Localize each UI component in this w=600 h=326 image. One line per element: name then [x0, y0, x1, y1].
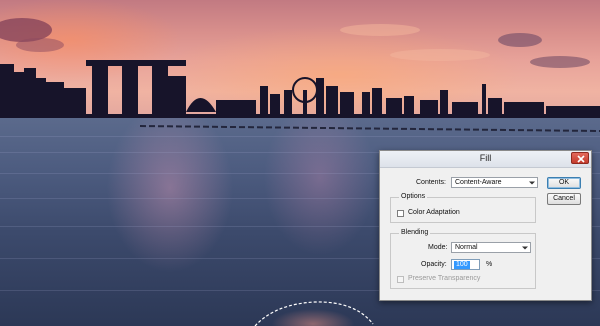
mode-label: Mode:	[428, 244, 448, 251]
contents-select-value: Content-Aware	[455, 179, 502, 186]
shore-lights	[140, 125, 600, 132]
preserve-transparency-label: Preserve Transparency	[408, 275, 481, 282]
opacity-label: Opacity:	[421, 261, 447, 268]
opacity-unit: %	[486, 261, 493, 268]
city-skyline	[0, 60, 600, 122]
dialog-titlebar[interactable]: Fill	[380, 151, 591, 168]
ok-button[interactable]: OK	[547, 177, 581, 189]
blending-group-title: Blending	[399, 229, 431, 236]
dialog-title: Fill	[479, 153, 492, 163]
mode-select[interactable]: Normal	[451, 242, 531, 253]
preserve-transparency-checkbox[interactable]	[397, 276, 404, 283]
close-icon	[577, 155, 585, 163]
chevron-down-icon	[529, 181, 535, 185]
marquee-selection[interactable]	[245, 298, 385, 326]
chevron-down-icon	[522, 246, 528, 250]
options-group-title: Options	[399, 193, 428, 200]
fill-dialog: Fill Contents: Content-Aware OK Cancel O…	[379, 150, 592, 301]
opacity-input-value: 100	[454, 261, 470, 269]
mode-select-value: Normal	[455, 244, 478, 251]
close-button[interactable]	[571, 152, 589, 164]
cancel-button[interactable]: Cancel	[547, 193, 581, 205]
color-adaptation-checkbox[interactable]	[397, 210, 404, 217]
color-adaptation-label[interactable]: Color Adaptation	[408, 209, 460, 216]
opacity-input[interactable]: 100	[451, 259, 480, 270]
contents-label: Contents:	[416, 179, 446, 186]
contents-select[interactable]: Content-Aware	[451, 177, 538, 188]
